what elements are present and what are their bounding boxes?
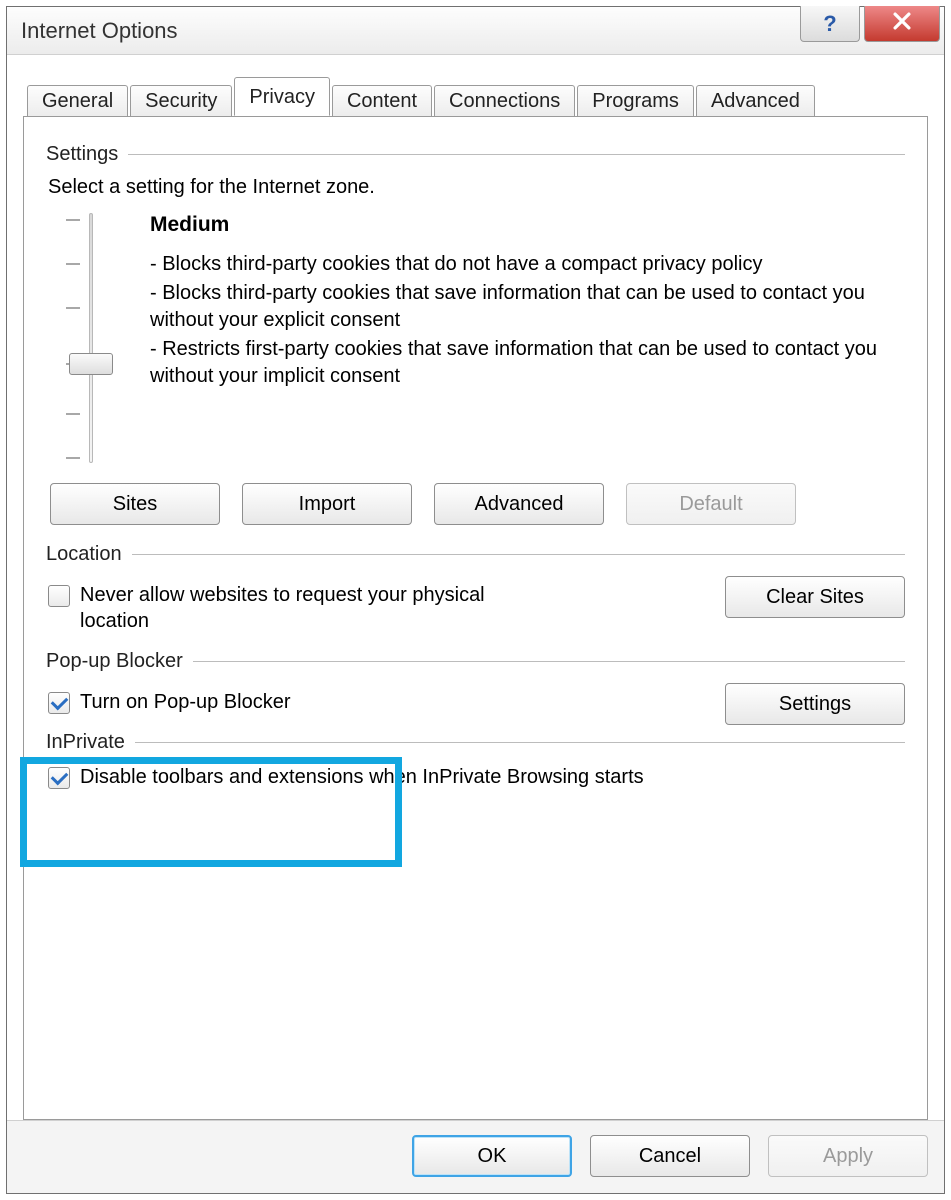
section-inprivate-label: InPrivate [46,731,125,754]
tab-content[interactable]: Content [332,85,432,117]
internet-options-dialog: Internet Options ? General Security Priv… [6,6,945,1194]
section-settings: Settings [46,143,905,166]
tab-privacy[interactable]: Privacy [234,77,330,116]
advanced-button[interactable]: Advanced [434,483,604,525]
privacy-bullet: - Blocks third-party cookies that do not… [150,251,905,278]
popup-blocker-checkbox-label: Turn on Pop-up Blocker [80,689,290,715]
divider [135,742,905,743]
dialog-content: General Security Privacy Content Connect… [7,55,944,1120]
popup-settings-button[interactable]: Settings [725,683,905,725]
divider [193,661,905,662]
section-popup-label: Pop-up Blocker [46,650,183,673]
slider-tick [66,307,80,309]
privacy-bullet: - Blocks third-party cookies that save i… [150,280,905,334]
tab-general[interactable]: General [27,85,128,117]
clear-sites-button[interactable]: Clear Sites [725,576,905,618]
close-icon [891,10,913,38]
slider-tick [66,263,80,265]
tab-programs[interactable]: Programs [577,85,694,117]
privacy-level-name: Medium [150,213,905,237]
inprivate-checkbox[interactable] [48,767,70,789]
tab-strip: General Security Privacy Content Connect… [23,77,928,116]
slider-tick [66,457,80,459]
default-button: Default [626,483,796,525]
cancel-button[interactable]: Cancel [590,1135,750,1177]
help-button[interactable]: ? [800,6,860,42]
sites-button[interactable]: Sites [50,483,220,525]
privacy-level-description: Medium - Blocks third-party cookies that… [150,213,905,392]
divider [132,554,905,555]
slider-track [89,213,93,463]
dialog-button-bar: OK Cancel Apply [7,1120,944,1193]
privacy-bullet: - Restricts first-party cookies that sav… [150,336,905,390]
slider-thumb[interactable] [69,353,113,375]
apply-button: Apply [768,1135,928,1177]
section-popup-blocker: Pop-up Blocker [46,650,905,673]
ok-button[interactable]: OK [412,1135,572,1177]
slider-tick [66,413,80,415]
tab-panel-privacy: Settings Select a setting for the Intern… [23,116,928,1120]
section-location-label: Location [46,543,122,566]
tab-advanced[interactable]: Advanced [696,85,815,117]
location-checkbox-label: Never allow websites to request your phy… [80,582,540,634]
location-checkbox[interactable] [48,585,70,607]
tab-security[interactable]: Security [130,85,232,117]
help-icon: ? [823,11,836,37]
privacy-level-slider[interactable] [46,213,136,463]
section-inprivate: InPrivate [46,731,905,754]
popup-blocker-checkbox[interactable] [48,692,70,714]
titlebar: Internet Options ? [7,7,944,55]
section-settings-label: Settings [46,143,118,166]
close-button[interactable] [864,6,940,42]
slider-tick [66,219,80,221]
tab-connections[interactable]: Connections [434,85,575,117]
inprivate-checkbox-label: Disable toolbars and extensions when InP… [80,764,644,790]
section-location: Location [46,543,905,566]
divider [128,154,905,155]
window-title: Internet Options [21,18,178,44]
settings-intro: Select a setting for the Internet zone. [48,176,905,199]
import-button[interactable]: Import [242,483,412,525]
